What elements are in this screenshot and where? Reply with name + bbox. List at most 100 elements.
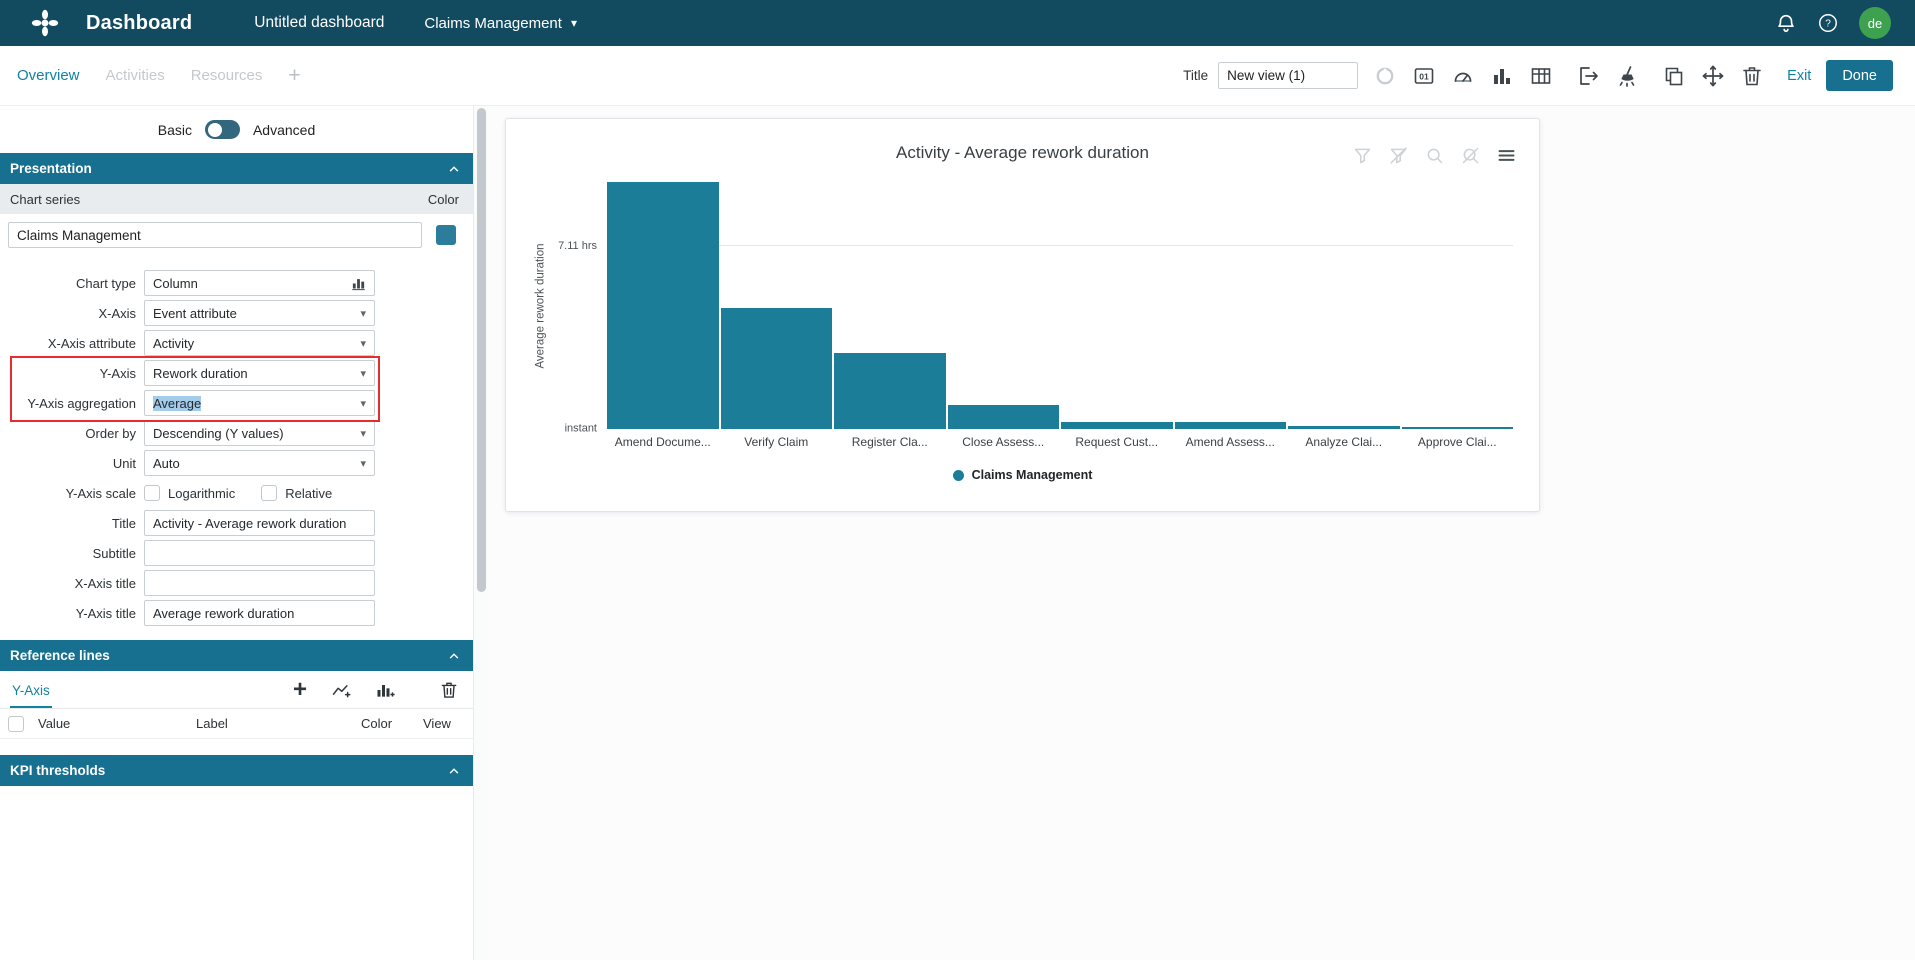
bar[interactable] — [607, 182, 719, 429]
svg-text:01: 01 — [1419, 71, 1429, 81]
clear-filter-icon[interactable] — [1388, 145, 1409, 166]
data-model-label: Claims Management — [424, 14, 562, 32]
tab-overview[interactable]: Overview — [15, 63, 82, 88]
filter-icon[interactable] — [1352, 145, 1373, 166]
reset-zoom-icon[interactable] — [1460, 145, 1481, 166]
x-axis-attribute-select[interactable]: Activity ▾ — [144, 330, 375, 356]
data-model-selector[interactable]: Claims Management ▾ — [424, 15, 577, 32]
plot-area — [607, 182, 1513, 429]
color-header: Color — [427, 191, 459, 207]
done-button[interactable]: Done — [1826, 60, 1893, 91]
order-by-label: Order by — [85, 425, 136, 441]
x-axis-label: Amend Assess... — [1185, 435, 1275, 449]
section-kpi-thresholds[interactable]: KPI thresholds — [0, 755, 473, 786]
series-name-input[interactable] — [8, 222, 422, 248]
move-view-icon[interactable] — [1701, 64, 1725, 88]
notifications-bell-icon[interactable] — [1775, 12, 1797, 34]
kpi-number-widget-icon[interactable]: 01 — [1412, 64, 1436, 88]
unit-label: Unit — [112, 455, 136, 471]
x-axis-attribute-value: Activity — [153, 335, 195, 351]
tab-resources[interactable]: Resources — [189, 63, 265, 88]
order-by-select[interactable]: Descending (Y values) ▾ — [144, 420, 375, 446]
basic-advanced-toggle[interactable] — [204, 120, 240, 139]
x-axis-attribute-label: X-Axis attribute — [47, 335, 136, 351]
add-percentile-line-icon[interactable] — [375, 680, 395, 700]
help-icon[interactable]: ? — [1817, 12, 1839, 34]
bar-chart-widget-icon[interactable] — [1490, 64, 1514, 88]
advanced-mode-label: Advanced — [252, 121, 316, 138]
bar-column — [1288, 182, 1400, 429]
section-reference-lines-label: Reference lines — [10, 648, 110, 663]
dashboard-canvas: Activity - Average rework duration Avera… — [489, 106, 1915, 960]
dashboard-name[interactable]: Untitled dashboard — [254, 14, 384, 32]
relative-checkbox[interactable] — [261, 485, 278, 501]
tab-activities[interactable]: Activities — [104, 63, 167, 88]
bar[interactable] — [1061, 421, 1173, 429]
delete-view-icon[interactable] — [1740, 64, 1764, 88]
chart-type-value: Column — [153, 275, 198, 291]
bar-column — [720, 182, 832, 429]
view-title-label: Title — [1183, 68, 1209, 83]
delete-reference-line-icon[interactable] — [439, 680, 459, 700]
add-trend-line-icon[interactable] — [331, 680, 351, 700]
section-reference-lines[interactable]: Reference lines — [0, 640, 473, 671]
reference-lines-table-header: Value Label Color View — [0, 709, 473, 739]
reference-tab-y-axis[interactable]: Y-Axis — [10, 673, 52, 708]
x-axis-select[interactable]: Event attribute ▾ — [144, 300, 375, 326]
chart-widget[interactable]: Activity - Average rework duration Avera… — [505, 118, 1540, 512]
bar[interactable] — [834, 353, 946, 429]
chart-title-input[interactable] — [144, 510, 375, 536]
column-header-view: View — [423, 716, 451, 731]
unit-select[interactable]: Auto ▾ — [144, 450, 375, 476]
bar[interactable] — [720, 308, 832, 429]
section-presentation[interactable]: Presentation — [0, 153, 473, 184]
y-axis-label: Y-Axis — [99, 365, 136, 381]
chevron-down-icon: ▾ — [570, 16, 577, 30]
bar[interactable] — [1288, 425, 1400, 429]
select-all-checkbox[interactable] — [8, 715, 24, 732]
chevron-up-icon — [447, 649, 461, 663]
logarithmic-checkbox[interactable] — [144, 485, 160, 501]
view-title-input[interactable] — [1218, 62, 1359, 89]
relative-label: Relative — [285, 485, 333, 501]
subtitle-input[interactable] — [144, 540, 375, 566]
subtitle-label: Subtitle — [92, 545, 136, 561]
y-axis-title: Average rework duration — [535, 242, 547, 369]
bar[interactable] — [1401, 427, 1513, 429]
export-view-icon[interactable] — [1576, 64, 1600, 88]
chevron-down-icon: ▾ — [360, 457, 366, 470]
bar[interactable] — [1174, 422, 1286, 429]
y-axis-value: Rework duration — [153, 365, 248, 381]
panel-scrollbar-track[interactable] — [473, 106, 489, 960]
x-axis-labels: Amend Docume... Verify Claim Register Cla.… — [607, 435, 1513, 449]
x-axis-title-input[interactable] — [144, 570, 375, 596]
y-axis-select[interactable]: Rework duration ▾ — [144, 360, 375, 386]
clear-view-broom-icon[interactable] — [1615, 64, 1639, 88]
column-chart-icon — [351, 276, 366, 291]
y-axis-aggregation-select[interactable]: Average ▾ — [144, 390, 375, 416]
radial-gauge-widget-icon[interactable] — [1373, 64, 1397, 88]
x-axis-label: Approve Clai... — [1417, 435, 1497, 449]
add-tab-button[interactable]: + — [288, 64, 300, 88]
series-row — [0, 214, 473, 248]
chart-legend[interactable]: Claims Management — [506, 468, 1539, 482]
chevron-down-icon: ▾ — [360, 427, 366, 440]
zoom-icon[interactable] — [1424, 145, 1445, 166]
chart-menu-icon[interactable] — [1496, 145, 1517, 166]
exit-link[interactable]: Exit — [1787, 68, 1811, 84]
table-widget-icon[interactable] — [1529, 64, 1553, 88]
bar-column — [607, 182, 719, 429]
chart-type-select[interactable]: Column — [144, 270, 375, 296]
panel-scrollbar-thumb[interactable] — [477, 108, 486, 592]
y-axis-title-input[interactable] — [144, 600, 375, 626]
gauge-widget-icon[interactable] — [1451, 64, 1475, 88]
series-color-swatch[interactable] — [436, 225, 456, 245]
x-axis-label: Register Cla... — [851, 435, 928, 449]
bar[interactable] — [947, 405, 1059, 429]
x-axis-title-label: X-Axis title — [74, 575, 136, 591]
duplicate-view-icon[interactable] — [1662, 64, 1686, 88]
app-logo-icon[interactable] — [30, 8, 60, 38]
toggle-knob — [207, 122, 222, 137]
avatar[interactable]: de — [1859, 7, 1891, 39]
add-reference-line-icon[interactable]: + — [293, 677, 307, 701]
